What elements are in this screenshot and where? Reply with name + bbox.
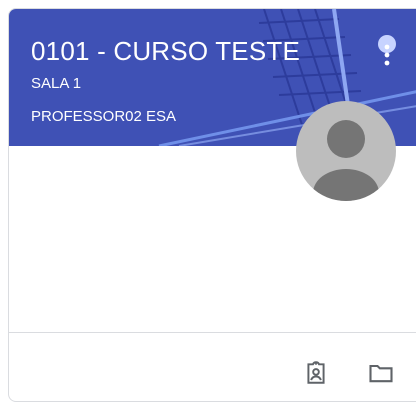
- open-folder-button[interactable]: [365, 357, 397, 389]
- more-vert-icon: [384, 44, 390, 66]
- account-circle-icon: [313, 120, 379, 201]
- course-section: SALA 1: [31, 75, 82, 92]
- card-divider: [9, 332, 416, 333]
- more-options-button[interactable]: [367, 35, 407, 75]
- teacher-avatar: [296, 101, 396, 201]
- teacher-name[interactable]: PROFESSOR02 ESA: [31, 108, 176, 125]
- course-title[interactable]: 0101 - CURSO TESTE: [31, 36, 300, 67]
- folder-icon: [369, 364, 393, 383]
- open-work-button[interactable]: [300, 357, 332, 389]
- class-card[interactable]: 0101 - CURSO TESTE SALA 1 PROFESSOR02 ES…: [8, 8, 416, 402]
- assignment-ind-icon: [307, 361, 325, 384]
